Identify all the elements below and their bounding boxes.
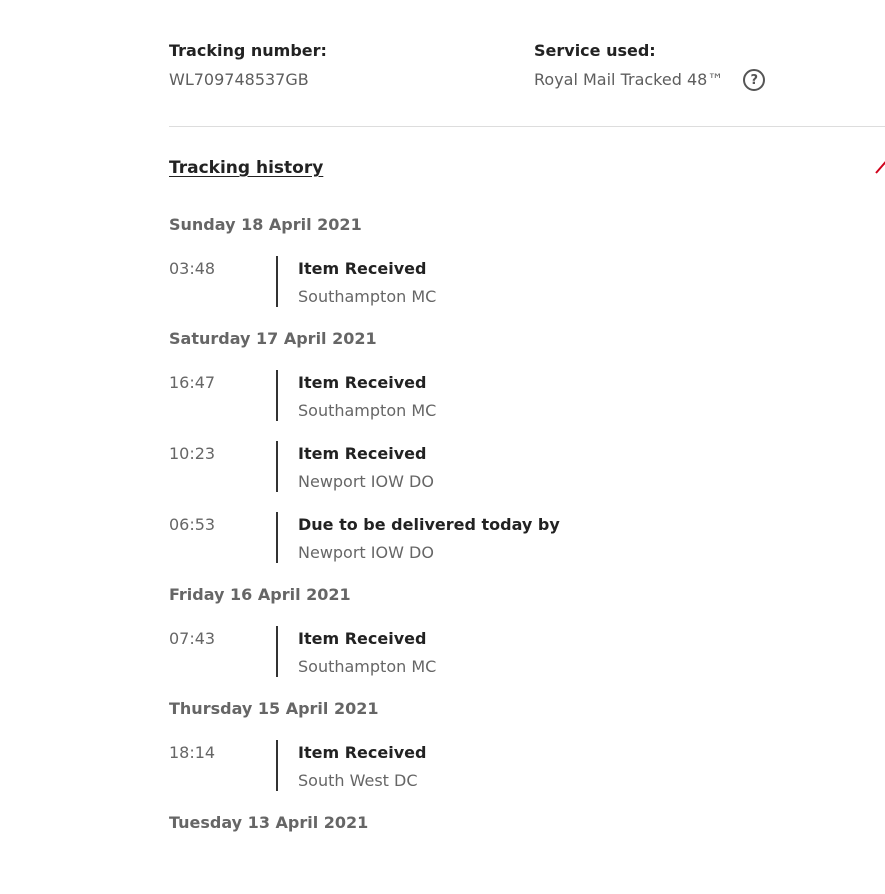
history-day-date: Thursday 15 April 2021 — [169, 699, 379, 718]
history-day: Saturday 17 April 2021 16:47 Item Received… — [169, 328, 885, 563]
history-event: 03:48 Item Received Southampton MC — [169, 256, 885, 307]
history-day-date: Friday 16 April 2021 — [169, 585, 351, 604]
event-location: Southampton MC — [298, 657, 437, 676]
tracking-history-heading[interactable]: Tracking history — [169, 158, 323, 178]
event-status: Item Received — [298, 444, 427, 463]
event-status: Item Received — [298, 373, 427, 392]
event-timeline-bar — [276, 441, 278, 492]
history-event-list: 18:14 Item Received South West DC — [169, 720, 885, 791]
tracking-number-block: Tracking number: WL709748537GB — [169, 40, 327, 91]
history-event-list: 03:48 Item Received Southampton MC — [169, 236, 885, 307]
history-day: Friday 16 April 2021 07:43 Item Received So… — [169, 584, 885, 677]
history-event: 07:43 Item Received Southampton MC — [169, 626, 885, 677]
event-timeline-bar — [276, 512, 278, 563]
history-day: Sunday 18 April 2021 03:48 Item Received So… — [169, 214, 885, 307]
event-time: 06:53 — [169, 515, 216, 534]
service-used-label: Service used: — [534, 41, 656, 60]
event-location: Southampton MC — [298, 287, 437, 306]
history-day: Thursday 15 April 2021 18:14 Item Received… — [169, 698, 885, 791]
tracking-page: Tracking number: WL709748537GB Service u… — [169, 0, 885, 894]
event-status: Item Received — [298, 259, 427, 278]
tracking-summary: Tracking number: WL709748537GB Service u… — [169, 40, 885, 100]
event-location: Newport IOW DO — [298, 472, 434, 491]
tracking-history-list: Sunday 18 April 2021 03:48 Item Received So… — [169, 214, 885, 834]
tracking-number-value: WL709748537GB — [169, 69, 327, 91]
question-circle-icon[interactable]: ? — [743, 69, 766, 91]
section-divider — [169, 126, 885, 127]
history-event: 10:23 Item Received Newport IOW DO — [169, 441, 885, 492]
history-day-date: Saturday 17 April 2021 — [169, 329, 377, 348]
event-timeline-bar — [276, 626, 278, 677]
service-used-block: Service used: Royal Mail Tracked 48™ ? — [534, 40, 766, 91]
pencil-icon — [875, 158, 885, 174]
event-timeline-bar — [276, 740, 278, 791]
event-status: Item Received — [298, 743, 427, 762]
event-timeline-bar — [276, 370, 278, 421]
service-used-value: Royal Mail Tracked 48™ ? — [534, 69, 766, 91]
event-time: 03:48 — [169, 259, 216, 278]
event-time: 16:47 — [169, 373, 216, 392]
event-time: 18:14 — [169, 743, 216, 762]
event-status: Item Received — [298, 629, 427, 648]
history-event: 18:14 Item Received South West DC — [169, 740, 885, 791]
event-status: Due to be delivered today by — [298, 515, 560, 534]
history-day: Tuesday 13 April 2021 — [169, 812, 885, 834]
history-event-list: 07:43 Item Received Southampton MC — [169, 606, 885, 677]
history-day-date: Tuesday 13 April 2021 — [169, 813, 369, 832]
event-location: Newport IOW DO — [298, 543, 434, 562]
event-timeline-bar — [276, 256, 278, 307]
tracking-number-text: WL709748537GB — [169, 70, 309, 89]
event-time: 07:43 — [169, 629, 216, 648]
history-event: 06:53 Due to be delivered today by Newport… — [169, 512, 885, 563]
history-event-list: 16:47 Item Received Southampton MC 10:23 Ite… — [169, 350, 885, 563]
service-used-text: Royal Mail Tracked 48™ — [534, 70, 724, 89]
history-event: 16:47 Item Received Southampton MC — [169, 370, 885, 421]
tracking-number-label: Tracking number: — [169, 41, 327, 60]
history-day-date: Sunday 18 April 2021 — [169, 215, 362, 234]
event-location: Southampton MC — [298, 401, 437, 420]
event-time: 10:23 — [169, 444, 216, 463]
event-location: South West DC — [298, 771, 418, 790]
